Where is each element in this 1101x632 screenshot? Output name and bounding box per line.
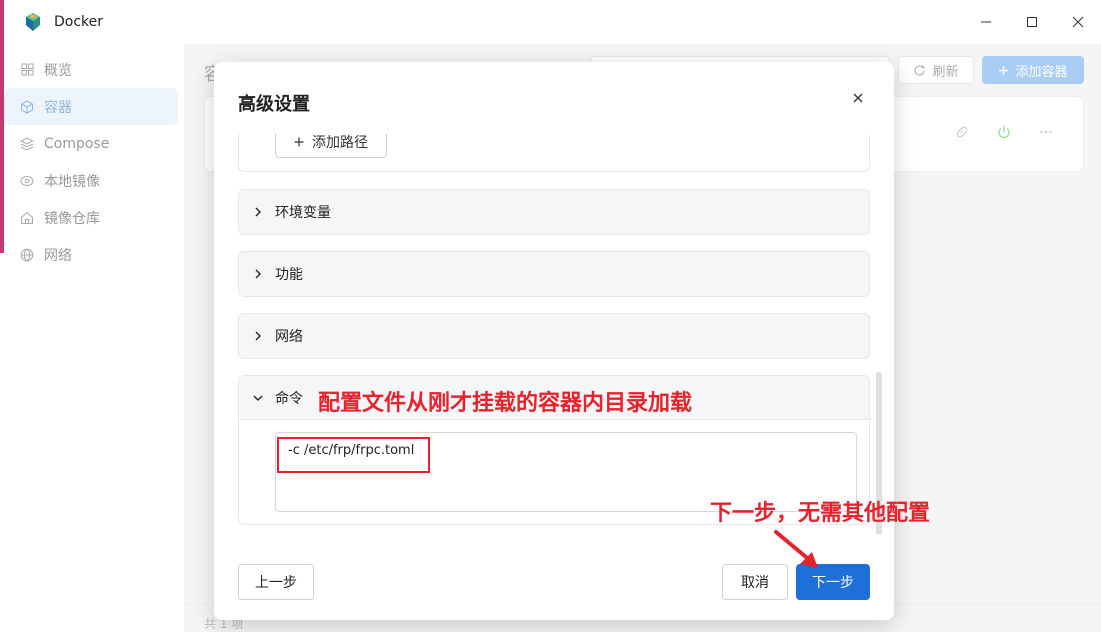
globe-icon — [20, 248, 34, 262]
sidebar-item-label: 镜像仓库 — [44, 210, 100, 227]
add-path-label: 添加路径 — [312, 135, 368, 151]
more-icon[interactable] — [1039, 125, 1053, 139]
refresh-button[interactable]: 刷新 — [898, 56, 974, 84]
sidebar-item-label: 网络 — [44, 247, 72, 264]
window-controls — [963, 0, 1101, 44]
annotation-next-note: 下一步，无需其他配置 — [710, 501, 931, 526]
sidebar-item-network[interactable]: 网络 — [4, 236, 178, 273]
disc-icon — [20, 174, 34, 188]
chevron-down-icon — [253, 393, 263, 403]
chevron-right-icon — [253, 269, 263, 279]
section-header[interactable]: 环境变量 — [239, 190, 869, 234]
section-capabilities[interactable]: 功能 — [238, 251, 870, 297]
docker-logo-icon — [26, 13, 40, 31]
close-window-button[interactable] — [1055, 0, 1101, 44]
section-label: 功能 — [275, 267, 303, 283]
refresh-icon — [914, 64, 926, 76]
dialog-close-button[interactable] — [850, 90, 866, 106]
section-label: 命令 — [275, 390, 303, 407]
dialog-body: 添加路径 环境变量 功能 网络 命令 -c /etc/frp/frpc.toml — [214, 134, 894, 534]
sidebar-item-local-images[interactable]: 本地镜像 — [4, 162, 178, 199]
close-icon — [1072, 16, 1084, 28]
previous-step-button[interactable]: 上一步 — [238, 564, 314, 600]
sidebar-item-registry[interactable]: 镜像仓库 — [4, 199, 178, 236]
add-path-button[interactable]: 添加路径 — [275, 134, 387, 158]
window-title: Docker — [54, 14, 104, 30]
plus-icon — [999, 65, 1009, 75]
sidebar: 概览 容器 Compose 本地镜像 镜像仓库 网络 — [4, 44, 184, 632]
maximize-button[interactable] — [1009, 0, 1055, 44]
sidebar-item-label: 容器 — [44, 99, 72, 116]
sidebar-item-label: 本地镜像 — [44, 173, 100, 190]
add-container-button[interactable]: 添加容器 — [982, 56, 1084, 84]
sidebar-item-overview[interactable]: 概览 — [4, 51, 178, 88]
minimize-button[interactable] — [963, 0, 1009, 44]
grid-icon — [20, 63, 34, 77]
close-icon — [853, 93, 863, 103]
volume-section-partial: 添加路径 — [238, 134, 870, 172]
section-label: 网络 — [275, 329, 303, 345]
power-icon[interactable] — [997, 125, 1011, 139]
minimize-icon — [981, 21, 991, 23]
sidebar-item-label: 概览 — [44, 62, 72, 79]
sidebar-item-containers[interactable]: 容器 — [4, 88, 178, 125]
section-header[interactable]: 网络 — [239, 314, 869, 358]
home-icon — [20, 211, 34, 225]
chevron-right-icon — [253, 331, 263, 341]
annotation-highlight-box — [277, 437, 430, 473]
cube-icon — [20, 99, 34, 114]
chevron-right-icon — [253, 207, 263, 217]
section-network[interactable]: 网络 — [238, 313, 870, 359]
maximize-icon — [1027, 17, 1037, 27]
section-env-vars[interactable]: 环境变量 — [238, 189, 870, 235]
annotation-command-note: 配置文件从刚才挂载的容器内目录加载 — [318, 391, 693, 416]
annotation-arrow-icon — [774, 530, 818, 568]
layers-icon — [20, 136, 34, 151]
app-window: Docker 概览 容器 Compose 本地镜像 镜像仓库 网络 容 刷新 添… — [0, 0, 1101, 632]
title-bar: Docker — [4, 0, 1101, 44]
plus-icon — [294, 137, 304, 147]
section-label: 环境变量 — [275, 205, 331, 221]
card-actions — [955, 125, 1053, 139]
sidebar-item-label: Compose — [44, 135, 110, 152]
link-icon[interactable] — [955, 125, 969, 139]
sidebar-item-compose[interactable]: Compose — [4, 125, 178, 162]
section-header[interactable]: 功能 — [239, 252, 869, 296]
add-container-label: 添加容器 — [1015, 64, 1068, 80]
dialog-header: 高级设置 — [214, 62, 894, 134]
dialog-title: 高级设置 — [238, 94, 310, 115]
refresh-label: 刷新 — [932, 64, 959, 80]
